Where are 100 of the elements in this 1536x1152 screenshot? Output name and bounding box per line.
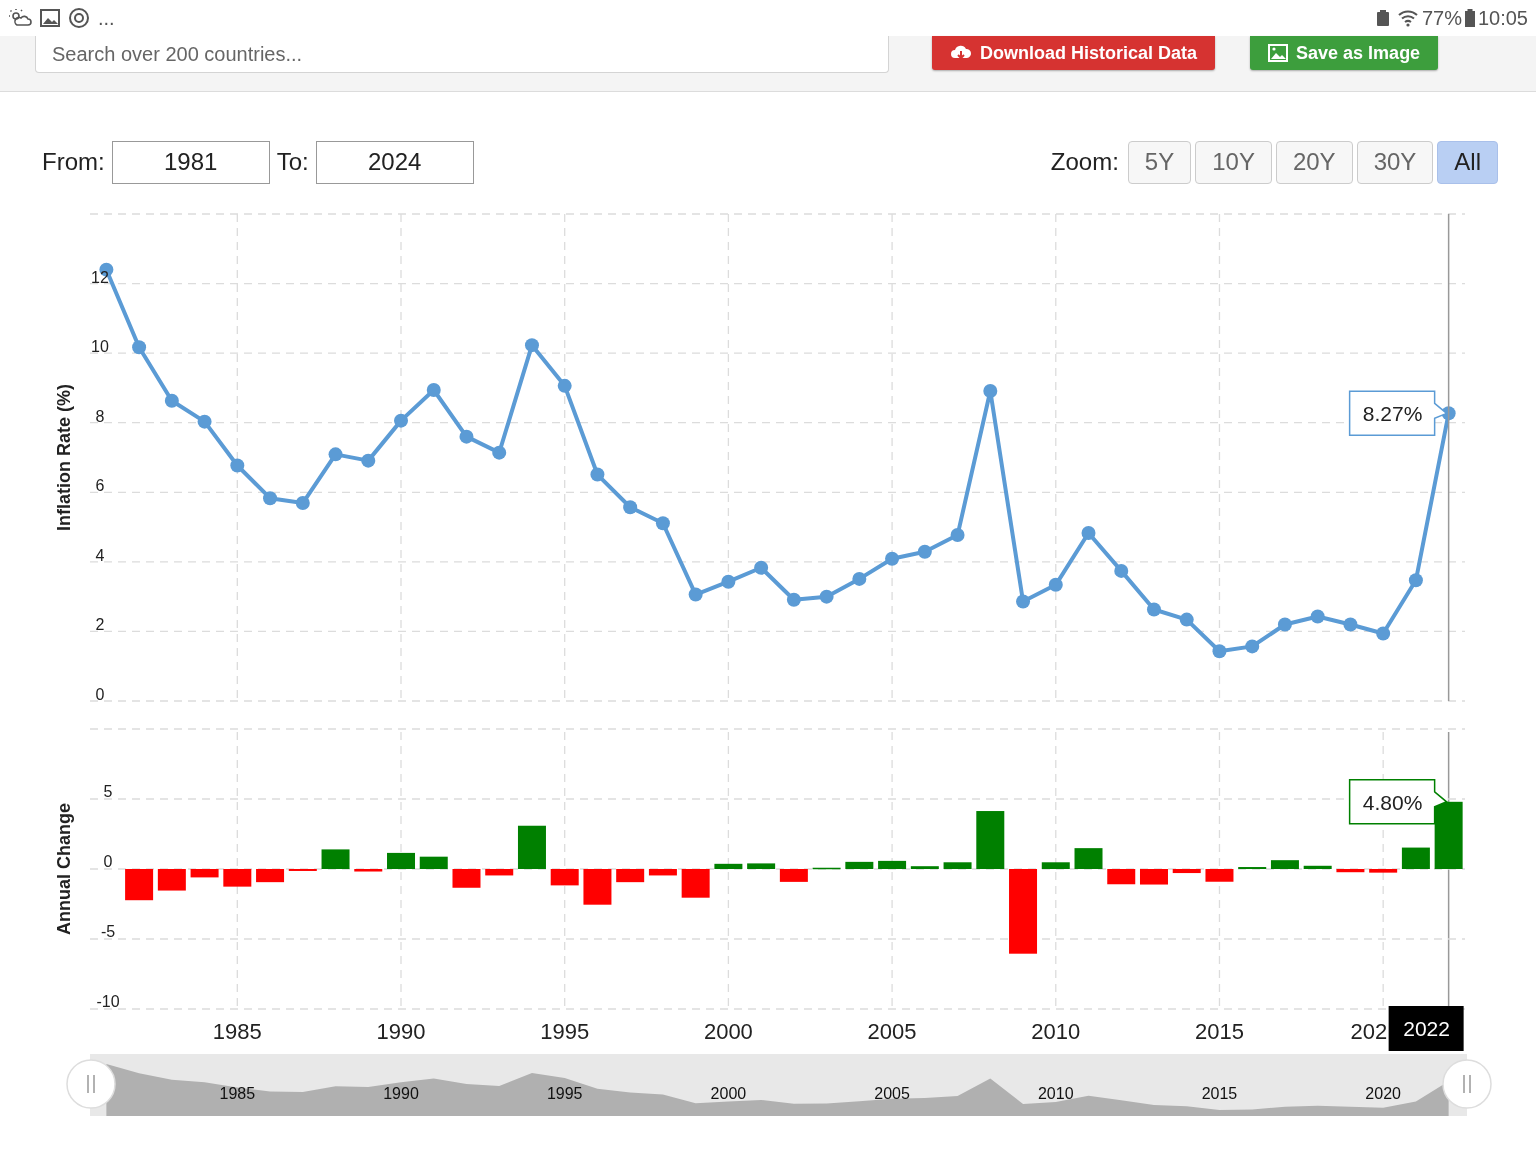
to-label: To: — [276, 148, 309, 176]
data-point — [754, 560, 769, 575]
bar — [125, 869, 154, 901]
data-point — [852, 571, 867, 586]
zoom-label: Zoom: — [1050, 148, 1119, 176]
bar — [583, 869, 612, 905]
wifi-icon — [1397, 9, 1418, 27]
y-axis-label: 10 — [91, 338, 109, 356]
data-point — [1245, 639, 1260, 654]
x-axis-label: 2000 — [703, 1019, 753, 1044]
x-axis-label: 2005 — [867, 1019, 917, 1044]
y-axis-label: 6 — [95, 477, 105, 495]
zoom-button[interactable]: All — [1437, 140, 1498, 184]
bar — [157, 869, 186, 891]
navigator-year-label: 2000 — [710, 1085, 747, 1102]
navigator-year-label: 1990 — [383, 1085, 419, 1102]
x-axis-label: 1985 — [212, 1019, 262, 1044]
to-year-field[interactable]: 2024 — [315, 140, 474, 184]
data-point — [394, 413, 408, 428]
zoom-button[interactable]: 20Y — [1275, 140, 1353, 184]
bar — [1107, 869, 1136, 885]
data-point — [1114, 563, 1129, 578]
data-point — [164, 393, 179, 408]
data-point — [721, 574, 736, 589]
bar — [714, 863, 743, 869]
tooltip-value: 4.80% — [1362, 790, 1423, 814]
navigator-year-label: 1985 — [219, 1085, 256, 1102]
data-point — [950, 528, 965, 543]
y-axis-title: Annual Change — [54, 803, 74, 935]
more-indicator: ... — [98, 6, 115, 30]
x-axis-label: 1990 — [376, 1019, 426, 1044]
data-point — [230, 458, 245, 473]
data-point — [655, 516, 670, 531]
data-point — [1081, 526, 1096, 540]
navigator-year-label: 1995 — [546, 1085, 583, 1102]
data-point — [197, 414, 212, 429]
data-point — [361, 453, 376, 468]
data-point — [426, 383, 441, 397]
bar — [1074, 848, 1103, 869]
data-point — [917, 544, 932, 559]
bar — [452, 869, 481, 888]
bar — [976, 811, 1005, 869]
data-point — [983, 384, 998, 399]
data-point — [524, 338, 539, 353]
image-icon — [40, 8, 60, 28]
x-axis-label: 1995 — [540, 1019, 590, 1044]
zoom-button[interactable]: 10Y — [1195, 140, 1272, 184]
data-point — [459, 429, 474, 444]
search-field[interactable]: Search over 200 countries... — [35, 36, 889, 73]
bar — [1172, 869, 1201, 874]
bar — [1140, 869, 1168, 885]
data-point — [1016, 594, 1031, 609]
bar — [812, 867, 841, 870]
save-image-button[interactable]: Save as Image — [1250, 36, 1439, 70]
bar — [1401, 847, 1430, 869]
from-label: From: — [42, 148, 105, 176]
battery-saver-icon — [1375, 9, 1390, 27]
bar — [648, 869, 677, 876]
x-axis-label: 2015 — [1195, 1019, 1244, 1044]
data-point — [819, 589, 834, 604]
data-point — [1147, 602, 1161, 617]
y-axis-label: 12 — [91, 268, 109, 286]
y-axis-label: 0 — [103, 853, 113, 870]
y-axis-label: 5 — [103, 783, 113, 800]
y-axis-label: 0 — [95, 686, 105, 703]
zoom-button[interactable]: 5Y — [1127, 140, 1192, 184]
bar — [485, 869, 514, 876]
data-point — [1310, 609, 1325, 624]
y-axis-label: -5 — [100, 923, 116, 940]
data-point — [1408, 573, 1423, 588]
bar — [1434, 801, 1463, 869]
from-year-field[interactable]: 1981 — [111, 140, 270, 184]
data-point — [623, 500, 638, 515]
bar — [1041, 862, 1070, 869]
x-axis-label: 2010 — [1031, 1019, 1081, 1044]
bar — [779, 869, 808, 882]
data-point — [786, 592, 801, 607]
bar — [387, 852, 415, 869]
range-handle[interactable] — [66, 1059, 116, 1109]
bar — [1369, 869, 1398, 873]
data-point — [263, 491, 278, 506]
image-icon — [1268, 44, 1289, 62]
bar — [1205, 869, 1234, 882]
bar — [550, 869, 579, 886]
data-point — [885, 551, 900, 566]
range-handle[interactable] — [1442, 1059, 1492, 1109]
bar — [1270, 860, 1299, 869]
y-axis-label: -10 — [96, 993, 120, 1010]
bar — [321, 849, 350, 869]
bar — [1303, 865, 1332, 869]
data-point — [328, 447, 343, 462]
navigator-year-label: 2005 — [874, 1085, 910, 1102]
date-tooltip: 2022 — [1388, 1006, 1464, 1051]
y-axis-title: Inflation Rate (%) — [54, 384, 74, 531]
bar — [1336, 869, 1365, 873]
bar — [878, 860, 907, 869]
bar — [747, 863, 776, 869]
bar — [223, 869, 252, 887]
download-button[interactable]: Download Historical Data — [932, 36, 1216, 70]
zoom-button[interactable]: 30Y — [1356, 140, 1434, 184]
